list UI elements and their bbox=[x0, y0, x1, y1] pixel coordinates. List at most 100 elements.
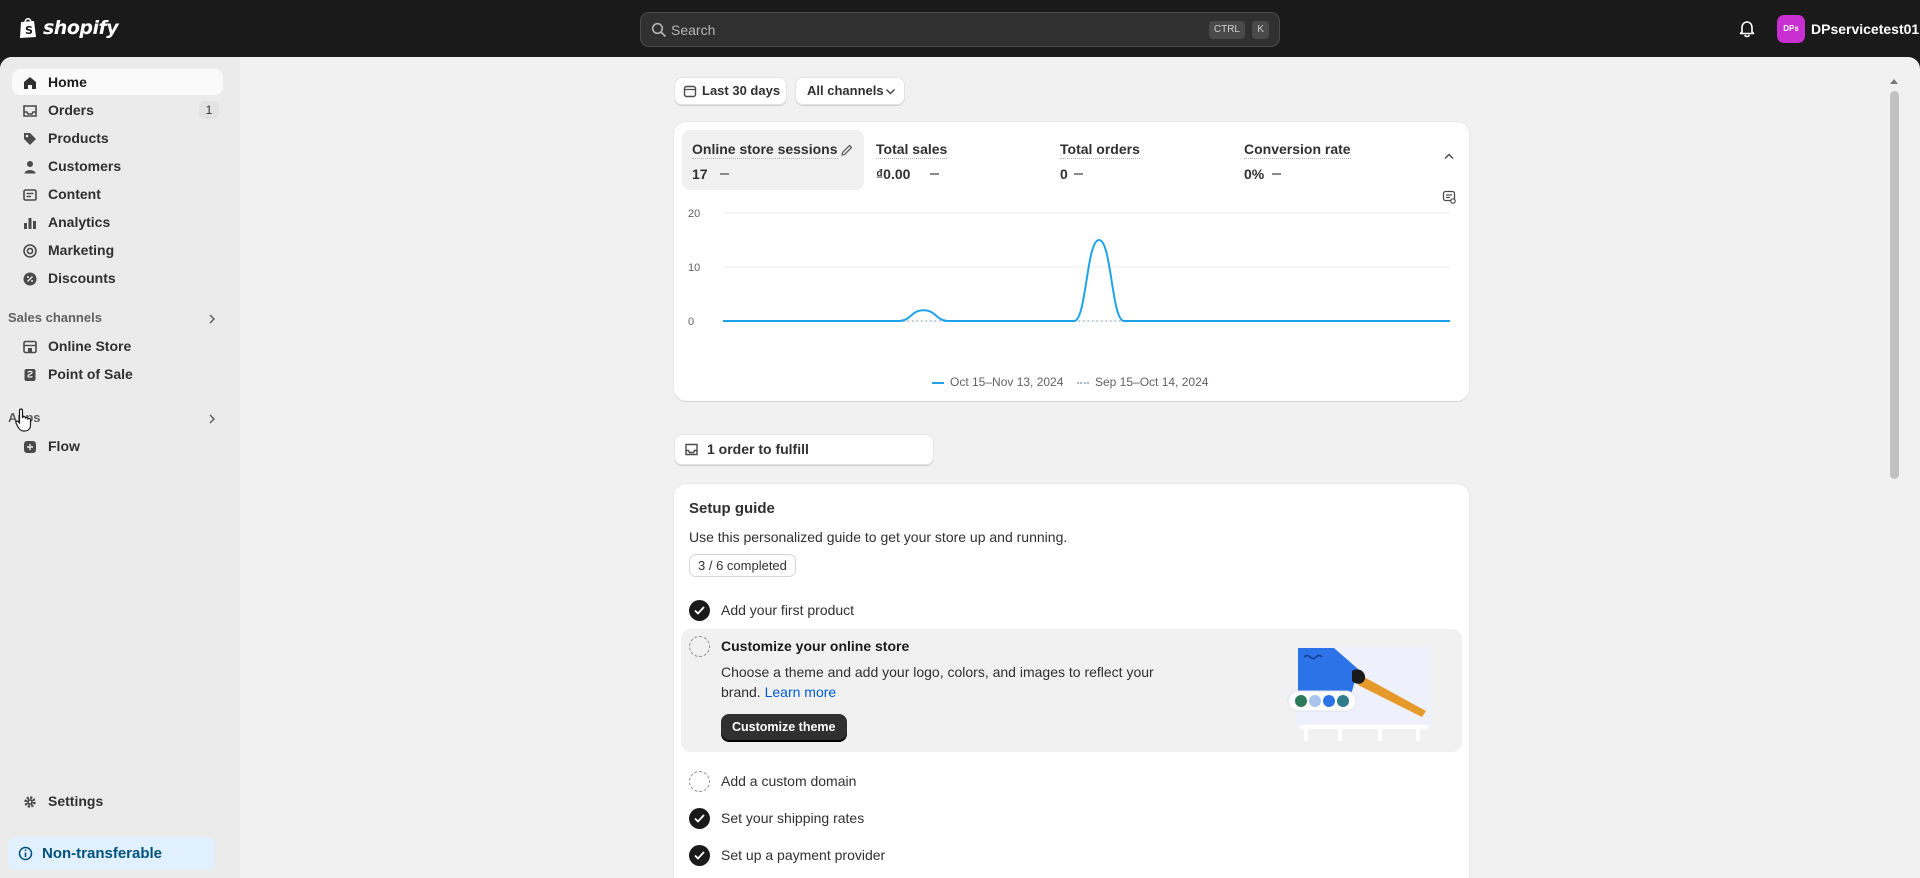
sidebar-item-content[interactable]: Content bbox=[12, 181, 223, 207]
task-description: Choose a theme and add your logo, colors… bbox=[721, 664, 1154, 700]
sidebar-item-label: Discounts bbox=[48, 270, 116, 286]
main-content: Last 30 days All channels Online store s… bbox=[240, 57, 1904, 878]
gear-icon bbox=[24, 796, 36, 808]
shortcut-ctrl-key: CTRL bbox=[1208, 21, 1245, 39]
sidebar-item-products[interactable]: Products bbox=[12, 125, 223, 151]
y-tick-label: 0 bbox=[688, 316, 694, 328]
channels-filter-button[interactable]: All channels bbox=[795, 77, 905, 105]
task-title: Customize your online store bbox=[721, 638, 910, 654]
non-transferable-label: Non-transferable bbox=[42, 845, 163, 862]
setup-guide-title: Setup guide bbox=[689, 500, 775, 517]
y-tick-label: 20 bbox=[688, 208, 700, 220]
scrollbar[interactable] bbox=[1890, 73, 1902, 878]
date-range-button[interactable]: Last 30 days bbox=[674, 77, 787, 105]
incomplete-circle-icon bbox=[689, 771, 710, 792]
hand-cursor-icon bbox=[15, 408, 32, 432]
setup-progress-badge: 3 / 6 completed bbox=[689, 554, 796, 577]
y-tick-label: 10 bbox=[688, 262, 700, 274]
scrollbar-thumb[interactable] bbox=[1890, 91, 1899, 479]
scroll-up-arrow[interactable] bbox=[1890, 79, 1898, 84]
sidebar-item-point-of-sale[interactable]: Point of Sale bbox=[12, 361, 223, 387]
sessions-chart: 01020Oct 15Oct 18Oct 21Oct 24Oct 27Oct 3… bbox=[688, 208, 1450, 328]
sidebar-item-label: Home bbox=[48, 74, 87, 90]
tag-icon bbox=[24, 133, 36, 145]
sidebar-item-flow[interactable]: Flow bbox=[12, 433, 223, 459]
legend-label: Oct 15–Nov 13, 2024 bbox=[950, 375, 1064, 389]
theme-paintbrush-illustration bbox=[1287, 647, 1432, 741]
learn-more-link[interactable]: Learn more bbox=[765, 684, 837, 700]
inbox-icon bbox=[685, 443, 698, 456]
sidebar-item-label: Point of Sale bbox=[48, 366, 133, 382]
chevron-right-icon[interactable] bbox=[207, 313, 217, 325]
store-menu[interactable]: DPs DPservicetest01 bbox=[1777, 15, 1919, 43]
orders-to-fulfill-label: 1 order to fulfill bbox=[707, 441, 809, 457]
setup-guide-card: Setup guide Use this personalized guide … bbox=[674, 484, 1469, 878]
bar-chart-icon bbox=[24, 218, 36, 229]
sidebar-item-orders[interactable]: Orders 1 bbox=[12, 97, 223, 123]
inbox-icon bbox=[23, 105, 37, 117]
orders-count-badge: 1 bbox=[199, 101, 219, 119]
search-bar[interactable]: CTRL K bbox=[640, 12, 1280, 47]
sidebar-item-label: Marketing bbox=[48, 242, 115, 258]
legend-item-previous: Sep 15–Oct 14, 2024 bbox=[1077, 375, 1208, 389]
store-icon bbox=[23, 340, 37, 354]
date-range-label: Last 30 days bbox=[702, 83, 781, 98]
check-circle-icon bbox=[689, 600, 710, 621]
sidebar-item-discounts[interactable]: Discounts bbox=[12, 265, 223, 291]
sidebar-item-label: Content bbox=[48, 186, 101, 202]
legend-label: Sep 15–Oct 14, 2024 bbox=[1095, 375, 1209, 389]
check-circle-icon bbox=[689, 808, 710, 829]
sidebar-item-analytics[interactable]: Analytics bbox=[12, 209, 223, 235]
series-line bbox=[723, 239, 1450, 322]
pos-icon bbox=[24, 369, 36, 381]
channels-label: All channels bbox=[807, 83, 884, 98]
chevron-right-icon[interactable] bbox=[207, 413, 217, 425]
sidebar-item-label: Flow bbox=[48, 438, 80, 454]
search-input[interactable] bbox=[671, 19, 1171, 41]
bell-icon[interactable] bbox=[1738, 19, 1756, 39]
shopify-bag-icon: S bbox=[20, 17, 36, 38]
content-icon bbox=[23, 189, 37, 201]
search-icon bbox=[651, 22, 666, 37]
home-icon bbox=[24, 77, 36, 89]
store-name: DPservicetest01 bbox=[1811, 21, 1920, 37]
discount-icon bbox=[23, 272, 37, 286]
task-label: Set your shipping rates bbox=[721, 810, 865, 826]
sidebar-item-home[interactable]: Home bbox=[12, 69, 223, 95]
sidebar-item-label: Online Store bbox=[48, 338, 132, 354]
task-customize-online-store[interactable]: Customize your online store Choose a the… bbox=[681, 629, 1462, 752]
legend-item-current: Oct 15–Nov 13, 2024 bbox=[932, 375, 1063, 389]
sidebar-item-settings[interactable]: Settings bbox=[12, 788, 223, 814]
app-frame: Home Orders 1 Products Customers Content… bbox=[0, 57, 1920, 878]
sidebar-item-customers[interactable]: Customers bbox=[12, 153, 223, 179]
check-circle-icon bbox=[689, 845, 710, 866]
sidebar-item-online-store[interactable]: Online Store bbox=[12, 333, 223, 359]
chevron-down-icon bbox=[885, 88, 896, 95]
top-bar: S shopify CTRL K DPs DPservicetest01 bbox=[0, 0, 1920, 57]
task-label: Add your first product bbox=[721, 602, 855, 618]
sidebar-item-label: Products bbox=[48, 130, 109, 146]
sidebar-item-marketing[interactable]: Marketing bbox=[12, 237, 223, 263]
shopify-logo[interactable]: S shopify bbox=[18, 16, 119, 39]
incomplete-circle-icon bbox=[689, 636, 710, 657]
orders-to-fulfill-button[interactable]: 1 order to fulfill bbox=[674, 434, 934, 465]
task-label: Set up a payment provider bbox=[721, 847, 886, 863]
legend-swatch bbox=[932, 381, 944, 384]
setup-guide-subtitle: Use this personalized guide to get your … bbox=[689, 529, 1068, 545]
info-icon bbox=[18, 846, 33, 861]
svg-text:S: S bbox=[25, 24, 33, 37]
non-transferable-notice[interactable]: Non-transferable bbox=[8, 837, 215, 870]
calendar-icon bbox=[683, 85, 697, 98]
person-icon bbox=[24, 161, 36, 174]
metrics-card: Online store sessions 17 Total sales ₫0.… bbox=[674, 122, 1469, 401]
logo-text: shopify bbox=[43, 16, 119, 39]
shortcut-k-key: K bbox=[1252, 21, 1269, 39]
customize-theme-button[interactable]: Customize theme bbox=[721, 714, 847, 741]
sidebar: Home Orders 1 Products Customers Content… bbox=[0, 57, 240, 878]
target-icon bbox=[23, 244, 37, 258]
task-label: Add a custom domain bbox=[721, 773, 857, 789]
avatar: DPs bbox=[1777, 15, 1805, 43]
sidebar-item-label: Settings bbox=[48, 793, 104, 809]
legend-swatch bbox=[1077, 381, 1089, 384]
sidebar-item-label: Customers bbox=[48, 158, 122, 174]
